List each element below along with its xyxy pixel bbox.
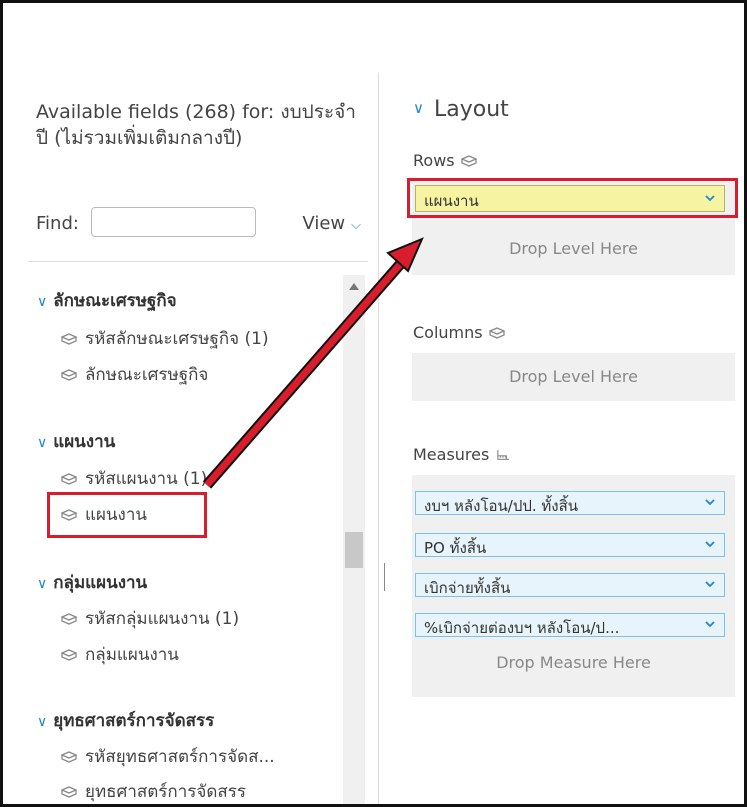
screenshot-frame: Available fields (268) for: งบประจำปี (ไ… — [0, 0, 747, 807]
annotation-arrow — [202, 237, 424, 489]
